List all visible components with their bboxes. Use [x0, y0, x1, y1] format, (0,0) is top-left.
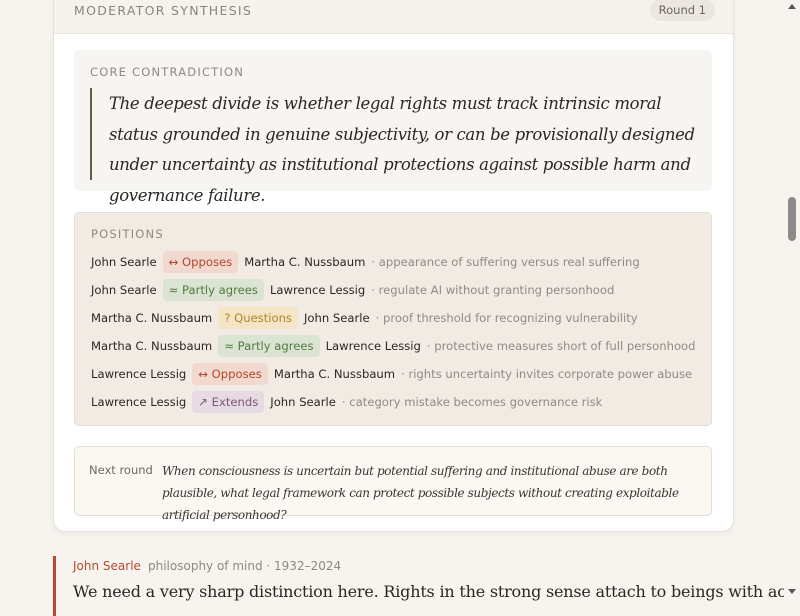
core-contradiction-label: CORE CONTRADICTION: [90, 65, 245, 79]
position-topic: · regulate AI without granting personhoo…: [371, 283, 615, 297]
position-row: John Searle ≈ Partly agrees Lawrence Les…: [91, 278, 614, 302]
position-from: John Searle: [91, 255, 157, 269]
position-from: Martha C. Nussbaum: [91, 311, 213, 325]
position-row: Lawrence Lessig ↔ Opposes Martha C. Nuss…: [91, 362, 692, 386]
position-to: John Searle: [303, 311, 370, 325]
position-topic: · protective measures short of full pers…: [426, 339, 696, 353]
next-round-box: Next round When consciousness is uncerta…: [74, 446, 712, 522]
position-topic: · proof threshold for recognizing vulner…: [375, 311, 638, 325]
relation-badge: ↔ Opposes: [162, 251, 239, 273]
relation-badge: ↔ Opposes: [192, 363, 268, 385]
positions-label: POSITIONS: [91, 227, 164, 241]
position-from: John Searle: [91, 283, 157, 297]
round-badge: Round 1: [649, 0, 715, 21]
positions-box: POSITIONS John Searle ↔ Opposes Martha C…: [74, 212, 712, 426]
position-to: John Searle: [270, 395, 336, 409]
relation-badge: ≈ Partly agrees: [218, 335, 320, 357]
position-to: Lawrence Lessig: [269, 283, 366, 297]
position-to: Martha C. Nussbaum: [273, 367, 396, 381]
relation-badge: ≈ Partly agrees: [162, 279, 264, 301]
scroll-down-arrow-icon[interactable]: [788, 589, 796, 594]
core-contradiction-quote: The deepest divide is whether legal righ…: [90, 88, 698, 205]
next-round-question: When consciousness is uncertain but pote…: [162, 464, 679, 522]
card-title: MODERATOR SYNTHESIS: [74, 3, 253, 18]
relation-badge: ↗ Extends: [192, 391, 265, 413]
scroll-up-arrow-icon[interactable]: [788, 4, 796, 9]
position-to: Martha C. Nussbaum: [244, 255, 366, 269]
position-row: Martha C. Nussbaum ? Questions John Sear…: [91, 306, 638, 330]
position-topic: · rights uncertainty invites corporate p…: [401, 367, 693, 381]
position-from: Lawrence Lessig: [91, 367, 187, 381]
core-contradiction-box: CORE CONTRADICTION The deepest divide is…: [74, 50, 712, 205]
moderator-synthesis-card: MODERATOR SYNTHESIS Round 1 CORE CONTRAD…: [53, 0, 734, 532]
card-header: MODERATOR SYNTHESIS Round 1: [54, 0, 733, 34]
position-row: John Searle ↔ Opposes Martha C. Nussbaum…: [91, 250, 640, 274]
position-topic: · appearance of suffering versus real su…: [371, 255, 640, 269]
position-row: Martha C. Nussbaum ≈ Partly agrees Lawre…: [91, 334, 696, 358]
position-from: Martha C. Nussbaum: [91, 339, 213, 353]
position-to: Lawrence Lessig: [325, 339, 421, 353]
position-row: Lawrence Lessig ↗ Extends John Searle · …: [91, 390, 602, 414]
speaker-name[interactable]: John Searle: [73, 559, 141, 573]
position-topic: · category mistake becomes governance ri…: [341, 395, 603, 409]
scrollbar-thumb[interactable]: [788, 197, 796, 241]
speaker-meta: philosophy of mind · 1932–2024: [148, 559, 342, 573]
position-from: Lawrence Lessig: [91, 395, 187, 409]
speaker-entry: John Searle philosophy of mind · 1932–20…: [53, 556, 800, 616]
relation-badge: ? Questions: [218, 307, 298, 329]
speaker-statement: We need a very sharp distinction here. R…: [73, 582, 800, 601]
core-contradiction-text: The deepest divide is whether legal righ…: [109, 94, 695, 205]
vertical-scrollbar[interactable]: [784, 0, 800, 600]
next-round-label: Next round: [89, 463, 153, 477]
